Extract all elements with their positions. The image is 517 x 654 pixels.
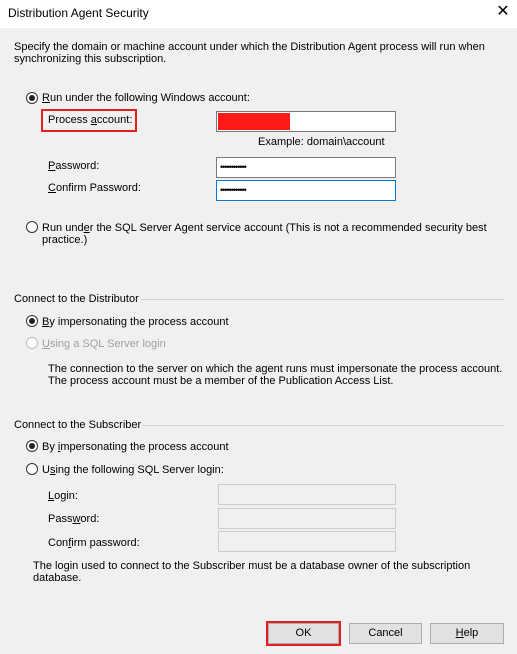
subscriber-confirm-password-label: Confirm password: [48,537,140,549]
subscriber-note-line2: database. [33,572,82,584]
distributor-sql-login-label: Using a SQL Server login [42,338,166,350]
sql-agent-account-label[interactable]: Run under the SQL Server Agent service a… [42,222,487,234]
distributor-separator [140,299,504,300]
subscriber-impersonate-radio[interactable] [26,440,38,452]
distributor-note-line2: The process account must be a member of … [48,375,394,387]
windows-account-label[interactable]: Run under the following Windows account: [42,92,250,104]
process-account-label: Process account: [48,114,133,126]
example-hint: Example: domain\account [258,136,385,148]
distributor-sql-login-radio[interactable] [26,337,38,349]
subscriber-password-input[interactable] [218,508,396,529]
close-icon[interactable]: ✕ [492,2,514,24]
distributor-note-line1: The connection to the server on which th… [48,363,503,375]
confirm-password-input[interactable]: •••••••••••• [216,180,396,201]
intro-text-line1: Specify the domain or machine account un… [14,41,485,53]
subscriber-sql-login-label[interactable]: Using the following SQL Server login: [42,464,224,476]
redacted-value [218,113,290,130]
subscriber-impersonate-label[interactable]: By impersonating the process account [42,441,229,453]
subscriber-sql-login-radio[interactable] [26,463,38,475]
cancel-button[interactable]: Cancel [349,623,422,644]
subscriber-login-input[interactable] [218,484,396,505]
distributor-group-label: Connect to the Distributor [14,293,139,305]
subscriber-login-label: Login: [48,490,78,502]
subscriber-group-label: Connect to the Subscriber [14,419,142,431]
distributor-impersonate-radio[interactable] [26,315,38,327]
password-input[interactable]: •••••••••••• [216,157,396,178]
intro-text-line2: synchronizing this subscription. [14,53,167,65]
sql-agent-account-label-line2: practice.) [42,234,88,246]
help-button[interactable]: Help [430,623,504,644]
password-label: Password: [48,160,100,172]
subscriber-password-label: Password: [48,513,100,525]
distributor-impersonate-label[interactable]: By impersonating the process account [42,316,229,328]
subscriber-separator [142,425,504,426]
ok-button[interactable]: OK [268,623,339,644]
subscriber-confirm-password-input[interactable] [218,531,396,552]
sql-agent-account-radio[interactable] [26,221,38,233]
subscriber-note-line1: The login used to connect to the Subscri… [33,560,471,572]
confirm-password-label: Confirm Password: [48,182,141,194]
windows-account-radio[interactable] [26,92,38,104]
window-title: Distribution Agent Security [8,6,149,20]
